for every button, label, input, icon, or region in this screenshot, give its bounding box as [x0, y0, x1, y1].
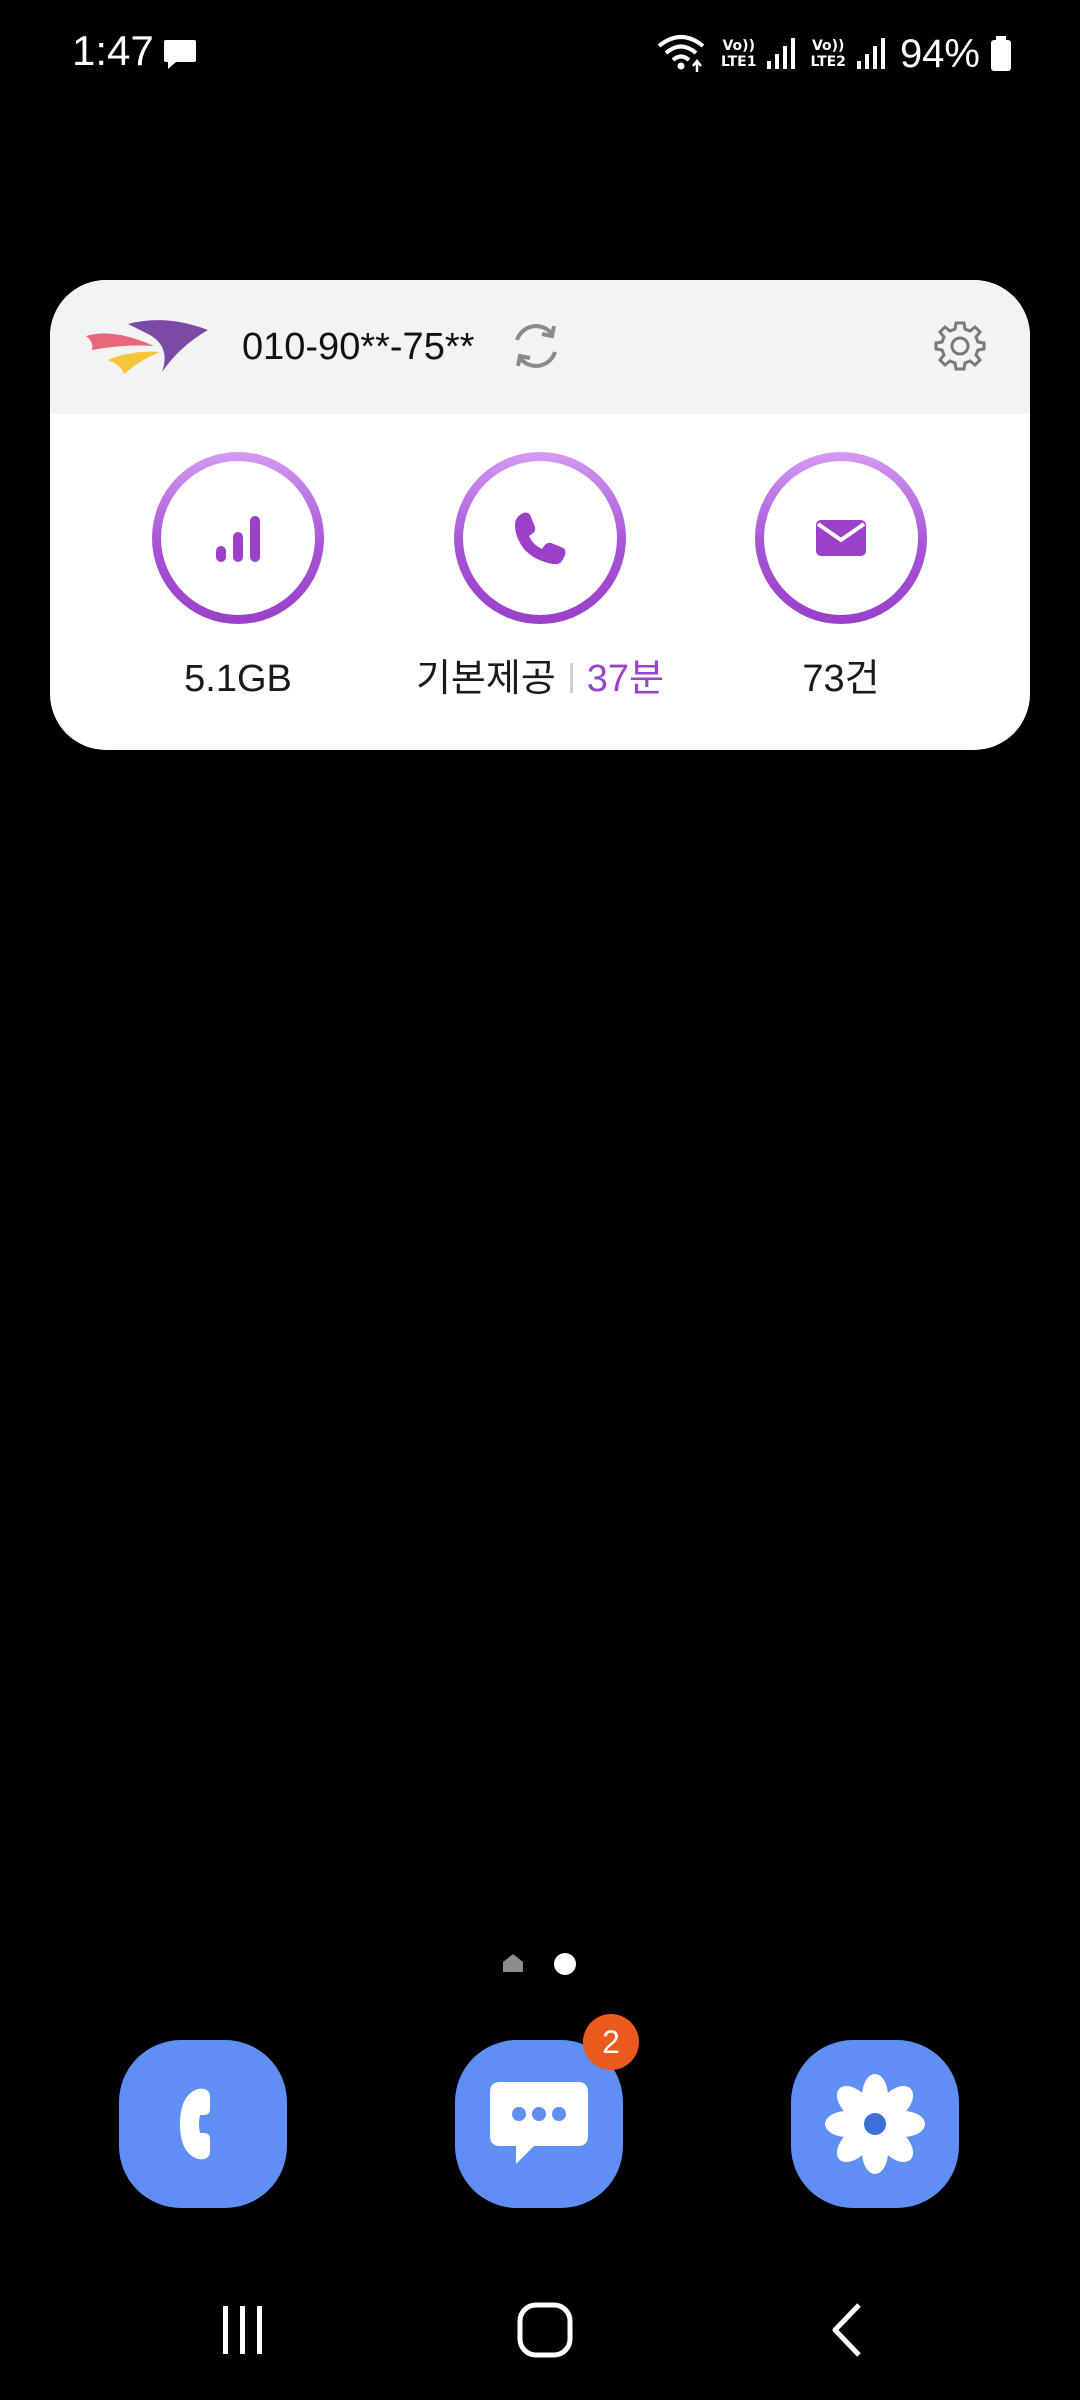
- chat-bubble-icon: [490, 2082, 588, 2164]
- carrier-logo: [86, 320, 208, 374]
- sim2-indicator: Vo)) LTE2: [810, 38, 845, 70]
- home-page-icon[interactable]: [502, 1952, 524, 1974]
- widget-header: 010-90**-75**: [50, 280, 1030, 414]
- battery-icon: [991, 36, 1011, 71]
- page-indicator[interactable]: [500, 1950, 580, 1978]
- phone-number: 010-90**-75**: [242, 326, 475, 368]
- voice-remaining-value: 37분: [586, 658, 665, 700]
- data-ring: [152, 452, 324, 624]
- signal-sim2-icon: [856, 38, 885, 69]
- flower-icon: [825, 2074, 925, 2174]
- stat-divider: [569, 663, 573, 693]
- message-usage-stat[interactable]: 73건: [691, 452, 991, 722]
- phone-app-icon[interactable]: [119, 2040, 287, 2208]
- phone-icon: [515, 512, 566, 565]
- recent-apps-button[interactable]: [198, 2290, 288, 2370]
- phone-icon: [180, 2088, 210, 2160]
- message-notification-icon: [164, 40, 196, 69]
- carrier-usage-widget[interactable]: 010-90**-75** 5.1GB 기본제공 37분 73건: [50, 280, 1030, 750]
- sim1-indicator: Vo)) LTE1: [721, 38, 756, 70]
- data-usage-label: 5.1GB: [184, 658, 292, 700]
- voice-usage-label: 기본제공 37분: [390, 656, 690, 702]
- sim1-label: LTE1: [721, 54, 757, 70]
- home-icon: [517, 2302, 573, 2358]
- signal-sim1-icon: [767, 38, 796, 69]
- signal-bars-icon: [216, 516, 260, 562]
- refresh-icon[interactable]: [508, 318, 564, 374]
- volte-label: Vo)): [722, 38, 755, 54]
- envelope-icon: [816, 520, 866, 556]
- status-right-group: Vo)) LTE1 Vo)) LTE2 94%: [647, 26, 1012, 82]
- volte-label-2: Vo)): [811, 38, 845, 54]
- home-button[interactable]: [500, 2290, 590, 2370]
- current-page-dot[interactable]: [554, 1953, 576, 1975]
- status-time: 1:47: [72, 27, 154, 74]
- messages-app-icon[interactable]: 2: [455, 2014, 639, 2208]
- unread-count-badge: 2: [583, 2014, 639, 2070]
- battery-percent: 94%: [899, 32, 980, 76]
- wifi-icon: [657, 35, 705, 72]
- back-icon: [832, 2303, 861, 2357]
- home-screen: 1:47 Vo)) LTE1 Vo)) LTE2 94% 010-90**-75…: [0, 0, 1080, 2400]
- back-button[interactable]: [802, 2290, 892, 2370]
- data-usage-stat[interactable]: 5.1GB: [88, 452, 388, 722]
- sim2-label: LTE2: [810, 54, 846, 70]
- gear-icon[interactable]: [934, 320, 986, 372]
- voice-plan-label: 기본제공: [415, 658, 556, 700]
- voice-ring: [454, 452, 626, 624]
- recent-apps-icon: [223, 2306, 262, 2354]
- voice-usage-stat[interactable]: 기본제공 37분: [390, 452, 690, 722]
- message-usage-label: 73건: [802, 658, 880, 700]
- status-bar: 1:47 Vo)) LTE1 Vo)) LTE2 94%: [0, 0, 1080, 110]
- gallery-app-icon[interactable]: [791, 2040, 959, 2208]
- message-ring: [755, 452, 927, 624]
